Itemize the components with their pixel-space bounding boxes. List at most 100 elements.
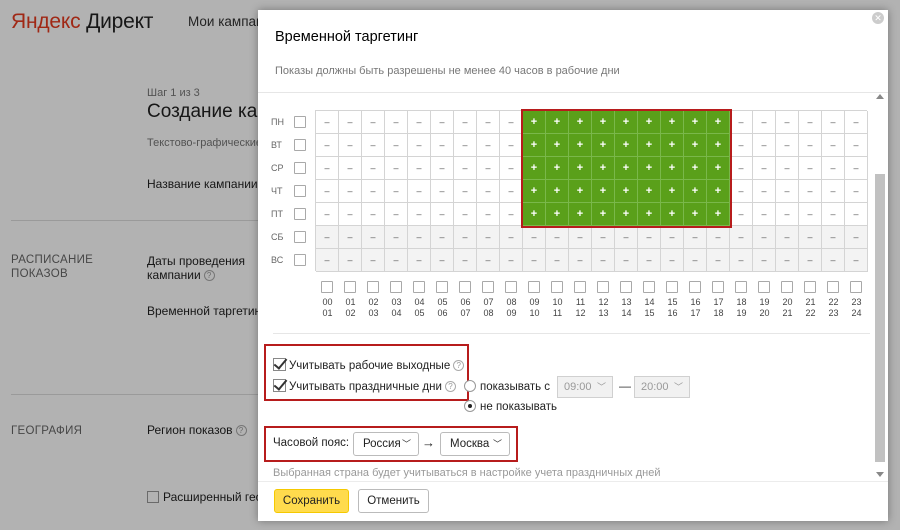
- hour-checkbox[interactable]: [528, 281, 540, 293]
- schedule-cell-off[interactable]: –: [569, 226, 592, 249]
- schedule-cell-off[interactable]: –: [707, 226, 730, 249]
- schedule-cell-off[interactable]: –: [454, 134, 477, 157]
- show-radio[interactable]: [464, 380, 476, 392]
- schedule-cell-off[interactable]: –: [454, 157, 477, 180]
- day-checkbox[interactable]: [294, 254, 306, 266]
- schedule-cell-off[interactable]: –: [362, 203, 385, 226]
- schedule-cell-off[interactable]: –: [316, 203, 339, 226]
- schedule-cell-off[interactable]: –: [454, 180, 477, 203]
- schedule-cell-off[interactable]: –: [408, 226, 431, 249]
- hour-checkbox[interactable]: [436, 281, 448, 293]
- schedule-cell-off[interactable]: –: [776, 226, 799, 249]
- schedule-cell-off[interactable]: –: [339, 134, 362, 157]
- schedule-cell-off[interactable]: –: [799, 111, 822, 134]
- schedule-cell-off[interactable]: –: [454, 111, 477, 134]
- schedule-cell-off[interactable]: –: [753, 157, 776, 180]
- schedule-cell-off[interactable]: –: [477, 203, 500, 226]
- schedule-cell-off[interactable]: –: [385, 249, 408, 272]
- schedule-cell-off[interactable]: –: [523, 226, 546, 249]
- schedule-cell-off[interactable]: –: [845, 226, 868, 249]
- schedule-cell-off[interactable]: –: [799, 180, 822, 203]
- schedule-cell-off[interactable]: –: [638, 226, 661, 249]
- time-to-select[interactable]: 20:00 ﹀: [634, 376, 690, 398]
- schedule-cell-off[interactable]: –: [385, 157, 408, 180]
- hour-checkbox[interactable]: [459, 281, 471, 293]
- schedule-cell-off[interactable]: –: [822, 203, 845, 226]
- schedule-cell-off[interactable]: –: [316, 180, 339, 203]
- schedule-cell-off[interactable]: –: [339, 180, 362, 203]
- no-show-radio-option[interactable]: не показывать: [464, 400, 557, 413]
- schedule-cell-off[interactable]: –: [477, 226, 500, 249]
- schedule-cell-off[interactable]: –: [822, 157, 845, 180]
- schedule-cell-off[interactable]: –: [316, 111, 339, 134]
- schedule-cell-off[interactable]: –: [385, 226, 408, 249]
- schedule-cell-off[interactable]: –: [408, 134, 431, 157]
- schedule-cell-off[interactable]: –: [339, 226, 362, 249]
- schedule-cell-off[interactable]: –: [362, 134, 385, 157]
- hour-checkbox[interactable]: [643, 281, 655, 293]
- schedule-cell-off[interactable]: –: [500, 157, 523, 180]
- schedule-cell-off[interactable]: –: [431, 249, 454, 272]
- schedule-cell-off[interactable]: –: [408, 180, 431, 203]
- schedule-cell-off[interactable]: –: [339, 111, 362, 134]
- schedule-cell-off[interactable]: –: [385, 180, 408, 203]
- schedule-cell-off[interactable]: –: [477, 249, 500, 272]
- show-radio-option[interactable]: показывать с: [464, 380, 550, 393]
- hour-checkbox[interactable]: [666, 281, 678, 293]
- schedule-cell-off[interactable]: –: [822, 134, 845, 157]
- schedule-cell-off[interactable]: –: [799, 249, 822, 272]
- schedule-cell-off[interactable]: –: [822, 111, 845, 134]
- day-checkbox[interactable]: [294, 116, 306, 128]
- hour-checkbox[interactable]: [712, 281, 724, 293]
- schedule-cell-off[interactable]: –: [799, 226, 822, 249]
- schedule-cell-off[interactable]: –: [730, 180, 753, 203]
- schedule-cell-off[interactable]: –: [431, 226, 454, 249]
- schedule-cell-off[interactable]: –: [339, 157, 362, 180]
- schedule-cell-off[interactable]: –: [730, 226, 753, 249]
- schedule-cell-off[interactable]: –: [431, 111, 454, 134]
- schedule-cell-off[interactable]: –: [753, 249, 776, 272]
- schedule-cell-off[interactable]: –: [477, 157, 500, 180]
- schedule-cell-off[interactable]: –: [431, 203, 454, 226]
- schedule-cell-off[interactable]: –: [316, 249, 339, 272]
- schedule-cell-off[interactable]: –: [799, 203, 822, 226]
- schedule-cell-off[interactable]: –: [362, 111, 385, 134]
- schedule-cell-off[interactable]: –: [822, 180, 845, 203]
- scroll-up-arrow-icon[interactable]: [876, 94, 884, 99]
- schedule-cell-off[interactable]: –: [730, 249, 753, 272]
- schedule-cell-off[interactable]: –: [730, 111, 753, 134]
- schedule-cell-off[interactable]: –: [500, 180, 523, 203]
- hour-checkbox[interactable]: [758, 281, 770, 293]
- schedule-cell-off[interactable]: –: [500, 226, 523, 249]
- schedule-cell-off[interactable]: –: [684, 249, 707, 272]
- no-show-radio[interactable]: [464, 400, 476, 412]
- hour-checkbox[interactable]: [482, 281, 494, 293]
- schedule-cell-off[interactable]: –: [362, 157, 385, 180]
- schedule-cell-off[interactable]: –: [316, 226, 339, 249]
- schedule-cell-off[interactable]: –: [776, 249, 799, 272]
- schedule-cell-off[interactable]: –: [408, 203, 431, 226]
- schedule-cell-off[interactable]: –: [776, 111, 799, 134]
- schedule-cell-off[interactable]: –: [592, 226, 615, 249]
- schedule-cell-off[interactable]: –: [500, 134, 523, 157]
- hour-checkbox[interactable]: [827, 281, 839, 293]
- schedule-cell-off[interactable]: –: [408, 249, 431, 272]
- schedule-cell-off[interactable]: –: [408, 157, 431, 180]
- schedule-cell-off[interactable]: –: [454, 249, 477, 272]
- hour-checkbox[interactable]: [390, 281, 402, 293]
- hour-checkbox[interactable]: [321, 281, 333, 293]
- schedule-cell-off[interactable]: –: [615, 226, 638, 249]
- scroll-thumb[interactable]: [875, 174, 885, 462]
- schedule-cell-off[interactable]: –: [385, 111, 408, 134]
- schedule-cell-off[interactable]: –: [753, 111, 776, 134]
- modal-scrollbar[interactable]: [874, 94, 887, 477]
- hour-checkbox[interactable]: [413, 281, 425, 293]
- schedule-cell-off[interactable]: –: [362, 226, 385, 249]
- schedule-cell-off[interactable]: –: [477, 180, 500, 203]
- schedule-cell-off[interactable]: –: [431, 180, 454, 203]
- schedule-cell-off[interactable]: –: [385, 203, 408, 226]
- hour-checkbox[interactable]: [505, 281, 517, 293]
- schedule-cell-off[interactable]: –: [316, 134, 339, 157]
- hour-checkbox[interactable]: [804, 281, 816, 293]
- schedule-cell-off[interactable]: –: [500, 111, 523, 134]
